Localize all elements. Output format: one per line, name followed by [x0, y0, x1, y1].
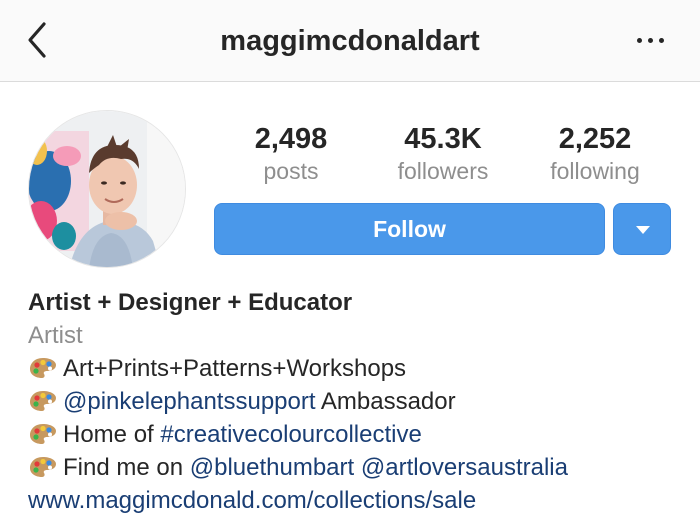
bio-name: Artist + Designer + Educator [28, 289, 353, 316]
following-label: following [550, 158, 640, 184]
top-nav-bar: maggimcdonaldart [0, 0, 700, 82]
avatar[interactable] [28, 110, 186, 268]
triangle-down-icon [636, 226, 650, 234]
posts-count: 2,498 [254, 123, 328, 155]
artist-palette-icon [30, 358, 56, 378]
bio-line: @pinkelephantssupport Ambassador [28, 385, 688, 418]
profile-username-title: maggimcdonaldart [220, 25, 480, 57]
posts-label: posts [263, 158, 319, 184]
more-options-icon[interactable] [630, 32, 670, 48]
website-link[interactable]: www.maggimcdonald.com/collections/sale [28, 487, 476, 514]
mention-bluethumbart-link[interactable]: @bluethumbart [190, 454, 354, 481]
bio-line: Home of #creativecolourcollective [28, 418, 688, 451]
hashtag-creativecolourcollective-link[interactable]: #creativecolourcollective [160, 421, 421, 448]
bio-line: Find me on @bluethumbart @artloversaustr… [28, 451, 688, 484]
bio-line-3-text: Home of [63, 421, 161, 448]
bio-website: www.maggimcdonald.com/collections/sale [28, 484, 688, 517]
stat-following[interactable]: 2,252 following [520, 122, 670, 185]
following-count: 2,252 [558, 123, 632, 155]
bio-line-4-text: Find me on [63, 454, 190, 481]
dot [658, 37, 664, 43]
artist-palette-icon [30, 457, 56, 477]
dot [647, 37, 653, 43]
stat-posts[interactable]: 2,498 posts [216, 122, 366, 185]
followers-count: 45.3K [404, 123, 482, 155]
follow-button[interactable]: Follow [214, 203, 605, 255]
bio-line: Art+Prints+Patterns+Workshops [28, 352, 688, 385]
dot [636, 37, 642, 43]
bio-category: Artist [28, 322, 83, 349]
bio-line-1-text: Art+Prints+Patterns+Workshops [63, 355, 407, 382]
artist-palette-icon [30, 424, 56, 444]
bio-line-2-text: Ambassador [315, 388, 456, 415]
profile-bio: Artist + Designer + Educator Artist Art+… [28, 286, 688, 517]
stat-followers[interactable]: 45.3K followers [368, 122, 518, 185]
mention-artloversaustralia-link[interactable]: @artloversaustralia [361, 454, 568, 481]
artist-palette-icon [30, 391, 56, 411]
followers-label: followers [397, 158, 489, 184]
profile-photo [29, 111, 185, 267]
suggested-accounts-dropdown-button[interactable] [613, 203, 671, 255]
mention-pinkelephantssupport-link[interactable]: @pinkelephantssupport [63, 388, 316, 415]
